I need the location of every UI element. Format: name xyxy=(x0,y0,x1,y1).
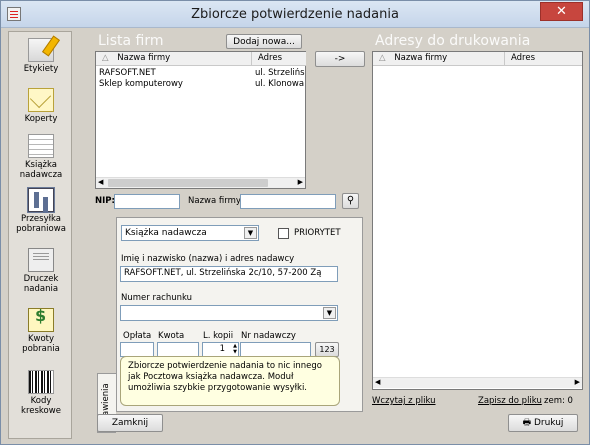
client-area: Etykiety Koperty Książka nadawcza Przesy… xyxy=(2,28,589,444)
sidebar-item-label: Etykiety xyxy=(23,64,59,74)
print-button[interactable]: 🖶 Drukuj xyxy=(508,414,578,432)
account-number-select[interactable]: ▼ xyxy=(120,305,338,321)
book-icon xyxy=(28,134,54,158)
column-header-label: Nazwa firmy xyxy=(117,53,171,63)
sender-address-input[interactable]: RAFSOFT.NET, ul. Strzelińska 2c/10, 57-2… xyxy=(120,266,338,282)
nip-label: NIP: xyxy=(95,196,115,206)
transfer-button-label: -> xyxy=(334,54,346,64)
sidebar-item-koperty[interactable]: Koperty xyxy=(10,88,72,124)
sidebar-item-kody[interactable]: Kody kreskowe xyxy=(10,370,72,416)
envelope-icon xyxy=(28,88,54,112)
save-to-file-button[interactable]: Zapisz do pliku xyxy=(478,396,542,406)
record-count: zem: 0 xyxy=(544,396,573,406)
firms-panel-title: Lista firm xyxy=(98,33,164,49)
sidebar-item-label: Koperty xyxy=(24,114,58,124)
add-firm-button-label: Dodaj nowa... xyxy=(233,37,295,47)
sender-number-input[interactable] xyxy=(240,342,311,357)
account-number-label: Numer rachunku xyxy=(121,293,193,303)
transfer-button[interactable]: -> xyxy=(315,51,365,67)
column-header-address[interactable]: Adres xyxy=(505,52,582,66)
sidebar-item-label: Druczek nadania xyxy=(23,274,59,294)
sidebar-item-przesylka[interactable]: Przesyłka pobraniowa xyxy=(10,187,72,234)
amount-label: Kwota xyxy=(158,331,185,341)
priority-label: PRIORYTET xyxy=(294,228,341,238)
firm-name-label: Nazwa firmy: xyxy=(188,196,244,206)
firm-name-input[interactable] xyxy=(240,194,336,209)
sidebar-item-kwoty[interactable]: Kwoty pobrania xyxy=(10,308,72,354)
table-row[interactable]: Sklep komputerowy ul. Klonowa 2 xyxy=(97,79,305,90)
copies-stepper[interactable]: 1 ▲ ▼ xyxy=(202,342,239,357)
column-header-label: Nazwa firmy xyxy=(394,53,448,63)
close-window-button[interactable]: ✕ xyxy=(540,2,583,21)
numbering-button-label: 123 xyxy=(319,345,335,354)
priority-checkbox[interactable] xyxy=(278,228,289,239)
label-pen-icon xyxy=(28,38,54,62)
sidebar-item-druczek[interactable]: Druczek nadania xyxy=(10,248,72,294)
sidebar-item-label: Przesyłka pobraniowa xyxy=(16,214,66,234)
sidebar-item-etykiety[interactable]: Etykiety xyxy=(10,38,72,74)
column-header-name[interactable]: △ Nazwa firmy xyxy=(96,52,252,66)
scroll-left-icon[interactable]: ◀ xyxy=(98,178,103,186)
column-header-address[interactable]: Adres xyxy=(252,52,306,66)
column-header-label: Adres xyxy=(511,53,536,63)
horizontal-scrollbar[interactable]: ◀ ▶ xyxy=(96,177,305,188)
sender-number-label: Nr nadawczy xyxy=(241,331,296,341)
sort-triangle-icon: △ xyxy=(102,53,112,63)
scroll-left-icon[interactable]: ◀ xyxy=(375,378,380,386)
cod-parcel-icon xyxy=(27,187,55,213)
firms-list[interactable]: △ Nazwa firmy Adres RAFSOFT.NET ul. Strz… xyxy=(95,51,306,189)
window-title: Zbiorcze potwierdzenie nadania xyxy=(191,7,399,22)
load-from-file-button[interactable]: Wczytaj z pliku xyxy=(372,396,436,406)
document-type-value: Książka nadawcza xyxy=(125,228,207,238)
info-note: Zbiorcze potwierdzenie nadania to nic in… xyxy=(120,356,340,406)
sender-label: Imię i nazwisko (nazwa) i adres nadawcy xyxy=(121,254,295,264)
sidebar-item-label: Kwoty pobrania xyxy=(22,334,60,354)
scrollbar-thumb[interactable] xyxy=(108,179,268,187)
cell-firm-name: RAFSOFT.NET xyxy=(99,68,156,78)
printer-icon: 🖶 xyxy=(522,418,534,428)
nip-input[interactable] xyxy=(114,194,180,209)
sidebar-item-label: Książka nadawcza xyxy=(19,160,63,180)
sidebar-item-ksiazka[interactable]: Książka nadawcza xyxy=(10,134,72,180)
cell-firm-name: Sklep komputerowy xyxy=(99,79,183,89)
chevron-down-icon[interactable]: ▼ xyxy=(323,307,336,319)
binoculars-icon: ⚲ xyxy=(346,195,355,206)
scroll-right-icon[interactable]: ▶ xyxy=(575,378,580,386)
search-binoculars-button[interactable]: ⚲ xyxy=(342,193,359,209)
main-window: Zbiorcze potwierdzenie nadania ✕ Etykiet… xyxy=(0,0,590,445)
addresses-list[interactable]: △ Nazwa firmy Adres ◀ ▶ xyxy=(372,51,583,390)
fee-input[interactable] xyxy=(120,342,154,357)
close-button-label: Zamknij xyxy=(111,418,149,428)
copies-label: L. kopii xyxy=(203,331,234,341)
money-amount-icon xyxy=(28,308,54,332)
chevron-down-icon[interactable]: ▼ xyxy=(244,227,257,239)
add-firm-button[interactable]: Dodaj nowa... xyxy=(226,34,302,49)
cell-firm-address: ul. Klonowa 2 xyxy=(255,79,305,89)
sidebar: Etykiety Koperty Książka nadawcza Przesy… xyxy=(8,31,72,439)
numbering-button[interactable]: 123 xyxy=(315,342,339,357)
title-bar: Zbiorcze potwierdzenie nadania ✕ xyxy=(1,1,589,28)
scroll-right-icon[interactable]: ▶ xyxy=(298,178,303,186)
sidebar-item-label: Kody kreskowe xyxy=(21,396,61,416)
cell-firm-address: ul. Strzelińs xyxy=(255,68,305,78)
amount-input[interactable] xyxy=(157,342,199,357)
stepper-arrows-icon[interactable]: ▲ ▼ xyxy=(233,343,237,355)
print-button-label: Drukuj xyxy=(533,418,564,428)
fee-label: Opłata xyxy=(123,331,152,341)
column-header-name[interactable]: △ Nazwa firmy xyxy=(373,52,505,66)
table-row[interactable]: RAFSOFT.NET ul. Strzelińs xyxy=(97,68,305,79)
close-button[interactable]: Zamknij xyxy=(97,414,163,432)
column-header-label: Adres xyxy=(258,53,283,63)
print-form-icon xyxy=(28,248,54,272)
addresses-panel-title: Adresy do drukowania xyxy=(375,33,531,49)
horizontal-scrollbar[interactable]: ◀ ▶ xyxy=(373,377,582,388)
barcode-icon xyxy=(28,370,54,394)
copies-value: 1 xyxy=(219,344,225,354)
sort-triangle-icon: △ xyxy=(379,53,389,63)
document-type-select[interactable]: Książka nadawcza ▼ xyxy=(121,225,259,241)
